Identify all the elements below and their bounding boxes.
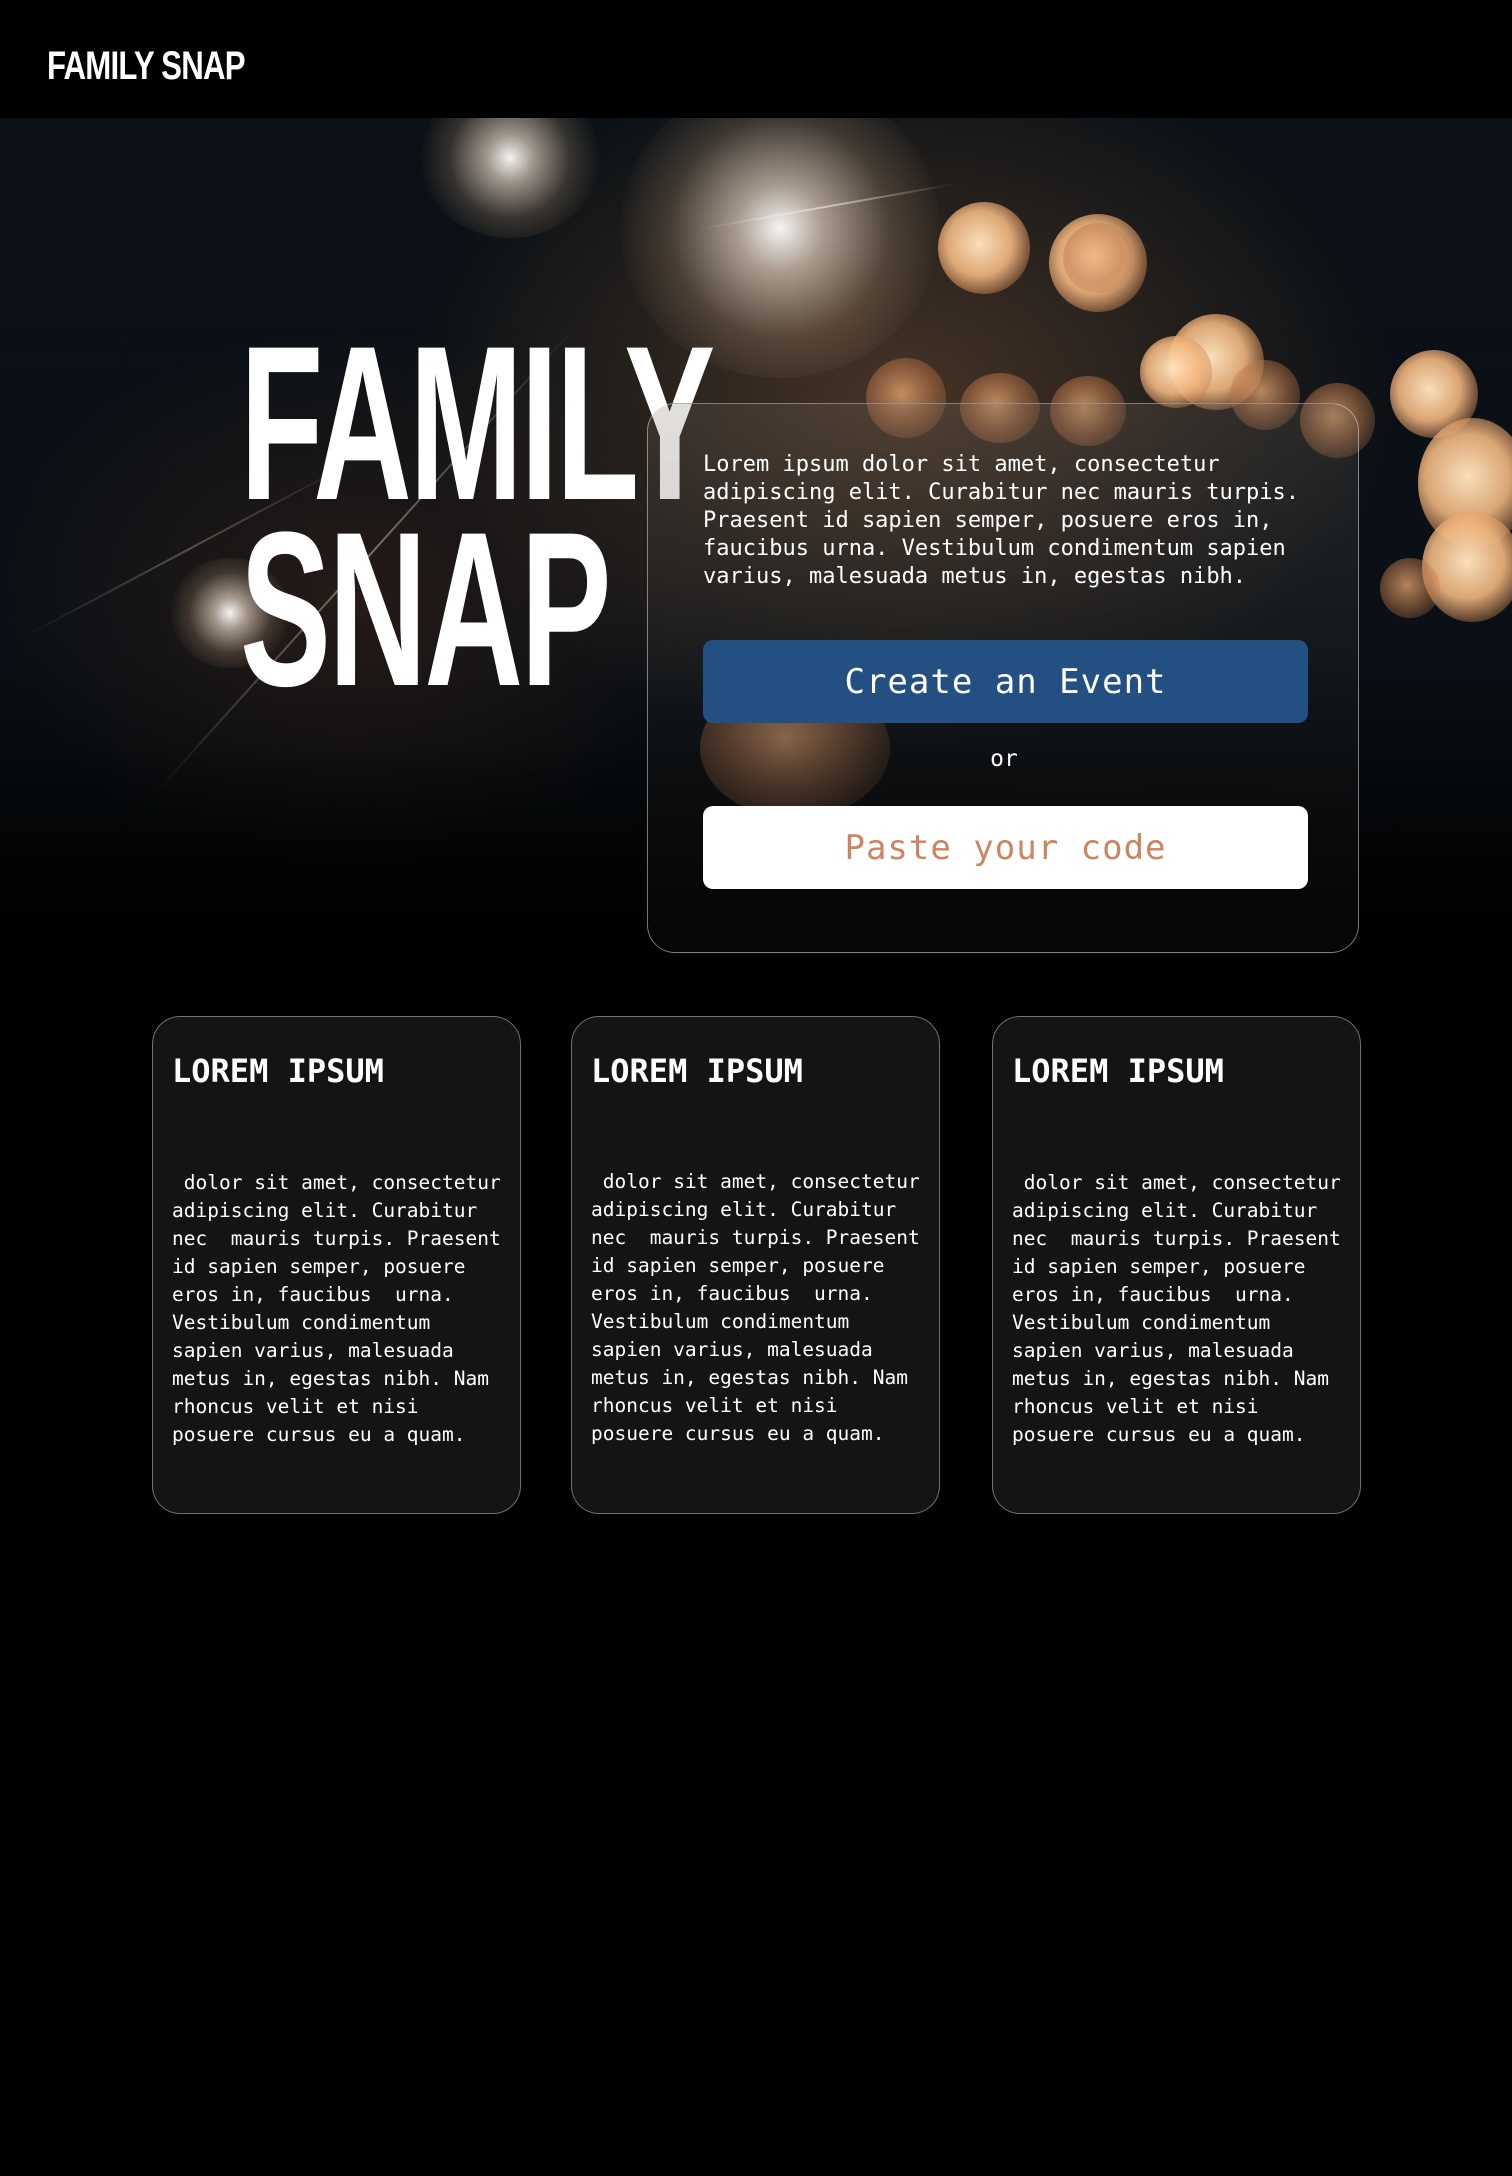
or-separator: or: [990, 746, 1018, 772]
feature-title: LOREM IPSUM: [1012, 1052, 1224, 1090]
feature-text: dolor sit amet, consectetur adipiscing e…: [591, 1170, 932, 1445]
bokeh-light: [938, 202, 1030, 294]
feature-title: LOREM IPSUM: [172, 1052, 384, 1090]
intro-text: Lorem ipsum dolor sit amet, consectetur …: [703, 452, 1300, 589]
bokeh-light: [1380, 558, 1440, 618]
hero-title: FAMILY SNAP: [240, 313, 715, 719]
top-nav: FAMILY SNAP: [0, 0, 1512, 118]
feature-text: dolor sit amet, consectetur adipiscing e…: [172, 1171, 513, 1446]
logo[interactable]: FAMILY SNAP: [47, 38, 246, 94]
feature-card-3: LOREM IPSUM dolor sit amet, consectetur …: [992, 1016, 1361, 1514]
sparkler-glow: [420, 118, 600, 238]
create-event-button[interactable]: Create an Event: [703, 640, 1308, 723]
feature-text: dolor sit amet, consectetur adipiscing e…: [1012, 1171, 1353, 1446]
feature-card-1: LOREM IPSUM dolor sit amet, consectetur …: [152, 1016, 521, 1514]
event-card: Lorem ipsum dolor sit amet, consectetur …: [647, 403, 1359, 953]
code-input[interactable]: [703, 806, 1308, 889]
feature-card-2: LOREM IPSUM dolor sit amet, consectetur …: [571, 1016, 940, 1514]
bokeh-light: [1140, 336, 1212, 408]
bokeh-light: [1422, 512, 1512, 622]
feature-title: LOREM IPSUM: [591, 1052, 803, 1090]
bokeh-light: [1063, 223, 1133, 293]
